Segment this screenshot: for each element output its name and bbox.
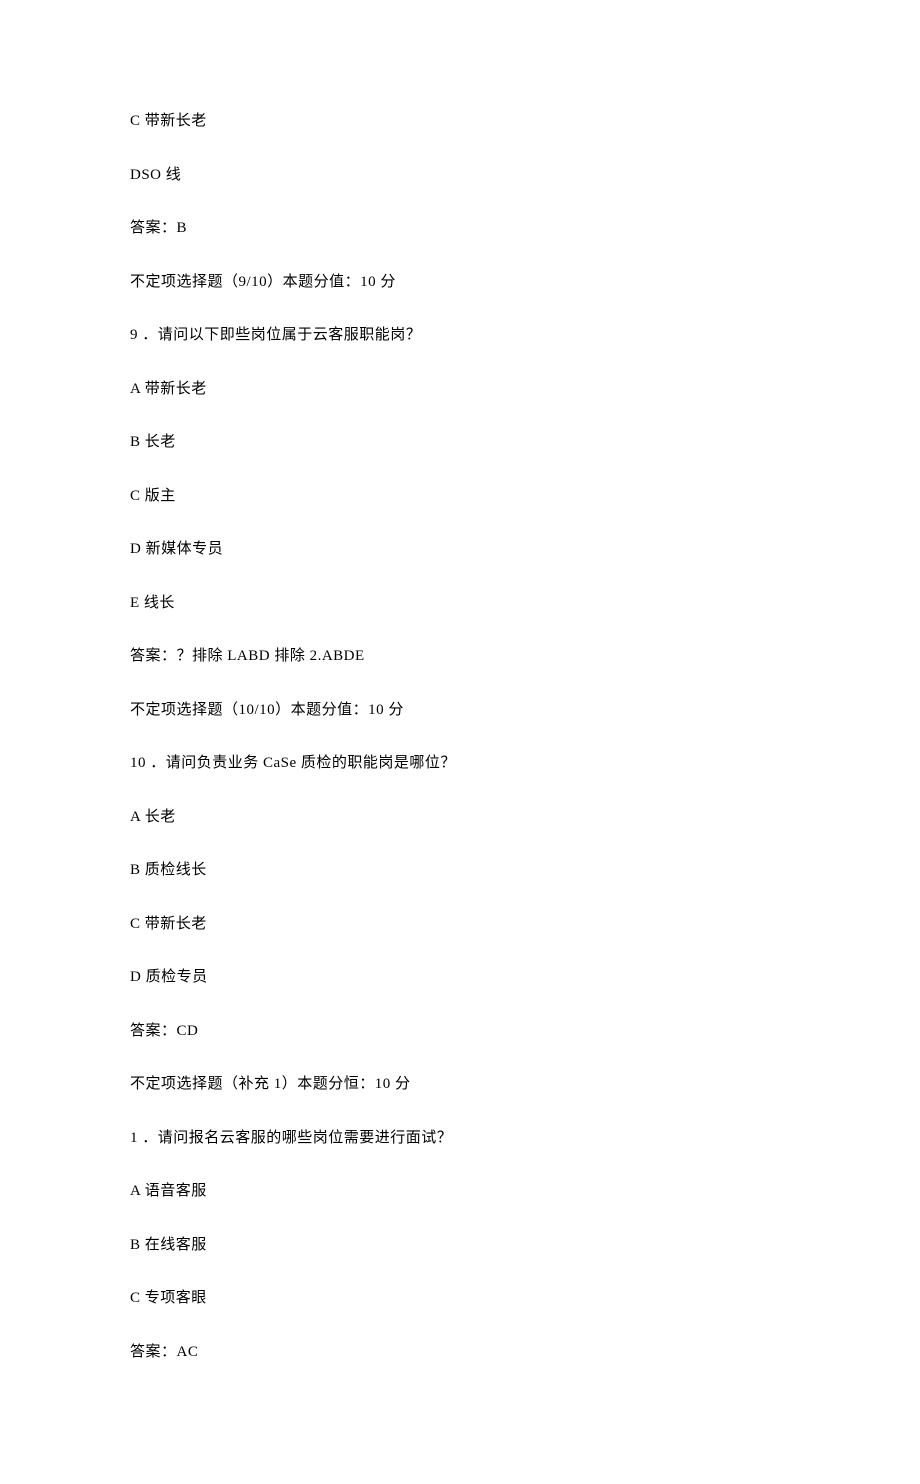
answer-line: 答案：AC [130, 1341, 790, 1364]
option-line: C 专项客眼 [130, 1287, 790, 1310]
text-line: DSO 线 [130, 164, 790, 187]
document-page: C 带新长老 DSO 线 答案：B 不定项选择题（9/10）本题分值：10 分 … [0, 0, 920, 1484]
option-line: D 质检专员 [130, 966, 790, 989]
option-line: A 语音客服 [130, 1180, 790, 1203]
option-line: A 长老 [130, 806, 790, 829]
section-header: 不定项选择题（9/10）本题分值：10 分 [130, 271, 790, 294]
option-line: E 线长 [130, 592, 790, 615]
option-line: A 带新长老 [130, 378, 790, 401]
question-line: 1 ．请问报名云客服的哪些岗位需要进行面试？ [130, 1127, 790, 1150]
answer-line: 答案：CD [130, 1020, 790, 1043]
question-line: 9 ．请问以下即些岗位属于云客服职能岗？ [130, 324, 790, 347]
answer-line: 答案：B [130, 217, 790, 240]
answer-line: 答案：？排除 LABD 排除 2.ABDE [130, 645, 790, 668]
option-line: B 长老 [130, 431, 790, 454]
option-line: B 质检线长 [130, 859, 790, 882]
section-header: 不定项选择题（10/10）本题分值：10 分 [130, 699, 790, 722]
option-line: C 带新长老 [130, 913, 790, 936]
section-header: 不定项选择题（补充 1）本题分恒：10 分 [130, 1073, 790, 1096]
option-line: C 版主 [130, 485, 790, 508]
option-line: B 在线客服 [130, 1234, 790, 1257]
option-line: D 新媒体专员 [130, 538, 790, 561]
question-line: 10 ．请问负责业务 CaSe 质检的职能岗是哪位？ [130, 752, 790, 775]
text-line: C 带新长老 [130, 110, 790, 133]
